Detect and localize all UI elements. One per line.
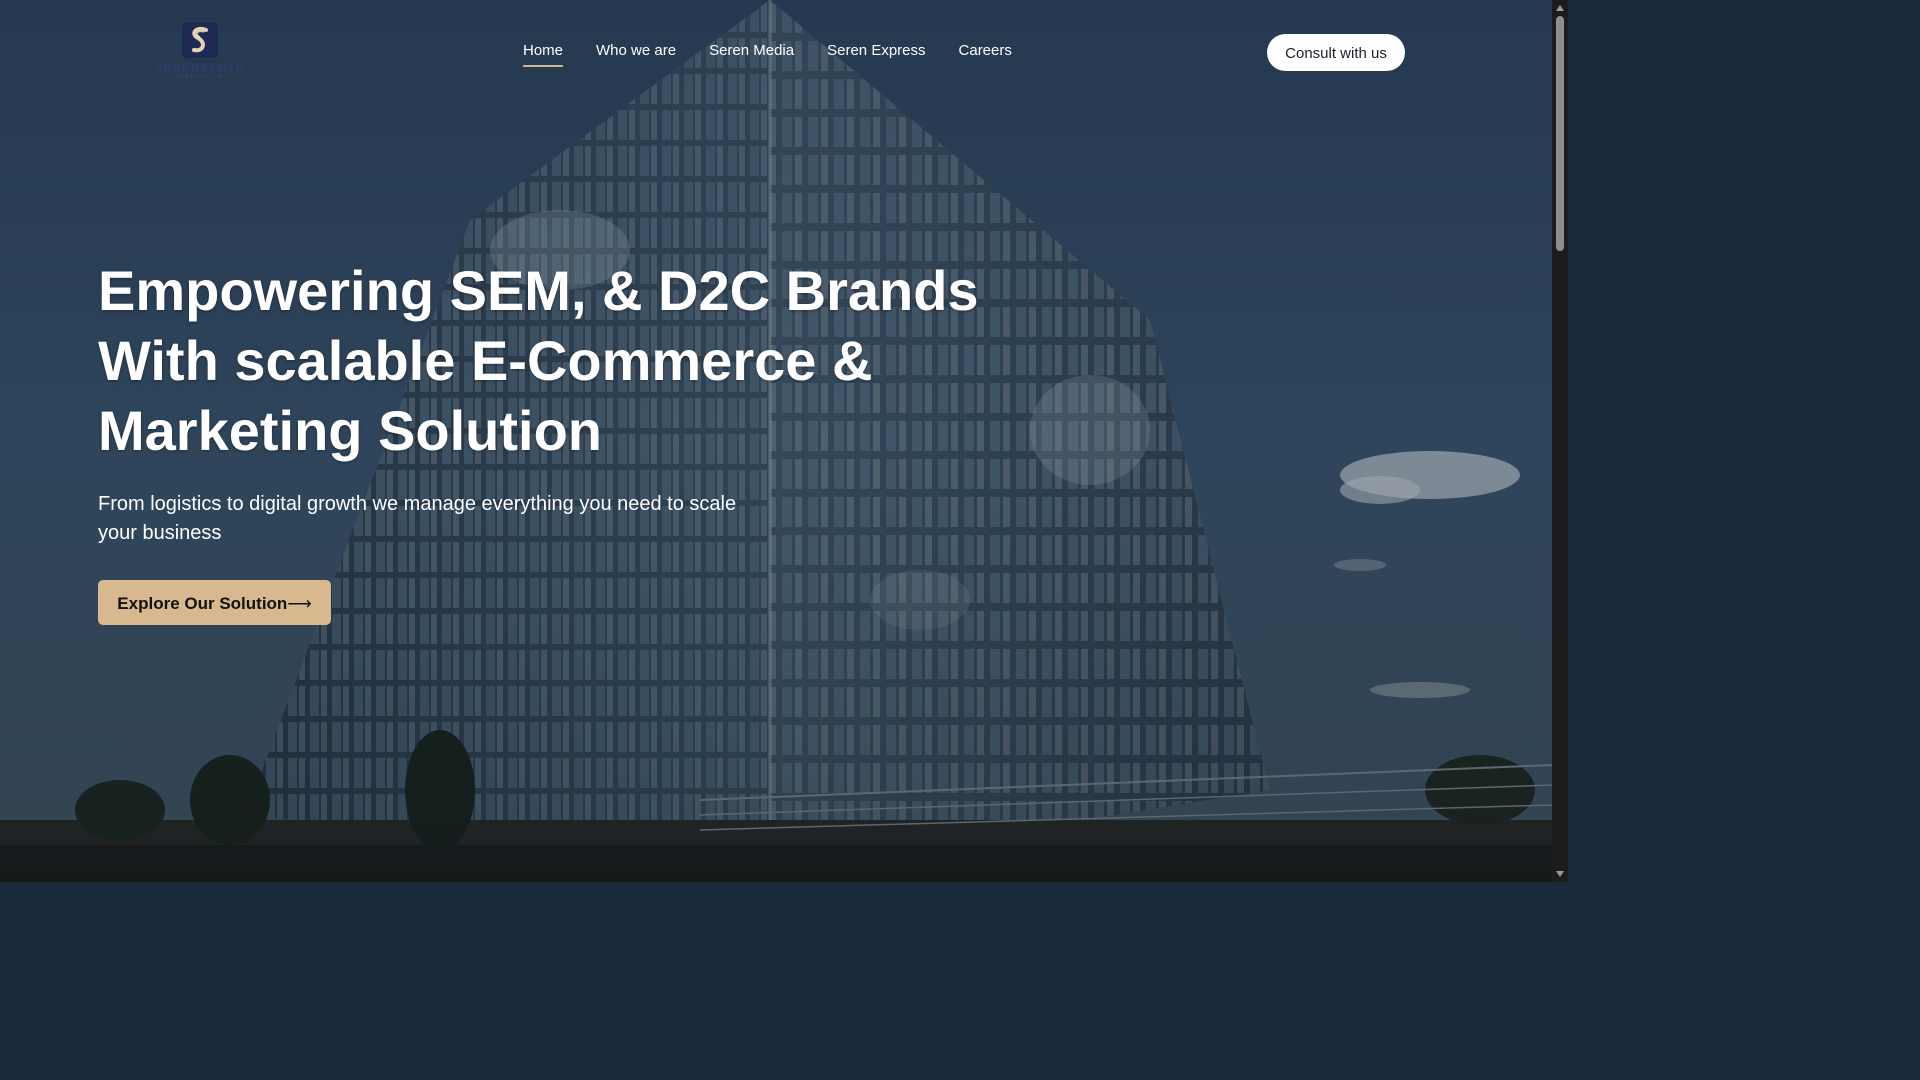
explore-solution-button[interactable]: Explore Our Solution⟶: [98, 580, 331, 625]
site-header: SERENSYNTH LABS PVT LTD Home Who we are …: [0, 0, 1552, 100]
nav-item-seren-express[interactable]: Seren Express: [827, 42, 925, 67]
brand-logo[interactable]: SERENSYNTH LABS PVT LTD: [150, 22, 250, 86]
nav-item-seren-media[interactable]: Seren Media: [709, 42, 794, 67]
nav-item-who-we-are[interactable]: Who we are: [596, 42, 676, 67]
hero-subtitle: From logistics to digital growth we mana…: [98, 493, 737, 544]
main-nav: Home Who we are Seren Media Seren Expres…: [523, 42, 1012, 67]
hero-title-line: With scalable E-Commerce &: [98, 329, 873, 392]
scrollbar-thumb[interactable]: [1556, 16, 1564, 251]
arrow-right-icon: ⟶: [287, 594, 312, 613]
scroll-down-arrow-icon[interactable]: [1556, 871, 1564, 877]
explore-solution-label: Explore Our Solution: [117, 594, 288, 613]
hero-title-line: Marketing Solution: [98, 399, 602, 462]
consult-button[interactable]: Consult with us: [1267, 34, 1405, 71]
hero-title: Empowering SEM, & D2C Brands With scalab…: [98, 256, 1018, 466]
scroll-up-arrow-icon[interactable]: [1556, 5, 1564, 11]
brand-logo-icon: [182, 22, 218, 58]
brand-subname: LABS PVT LTD: [176, 74, 224, 80]
page-scrollbar[interactable]: [1552, 0, 1568, 882]
landing-page: SERENSYNTH LABS PVT LTD Home Who we are …: [0, 0, 1568, 882]
nav-item-home[interactable]: Home: [523, 42, 564, 67]
hero-title-line: Empowering SEM, & D2C Brands: [98, 259, 979, 322]
nav-item-careers[interactable]: Careers: [959, 42, 1012, 67]
brand-name: SERENSYNTH: [154, 62, 246, 74]
